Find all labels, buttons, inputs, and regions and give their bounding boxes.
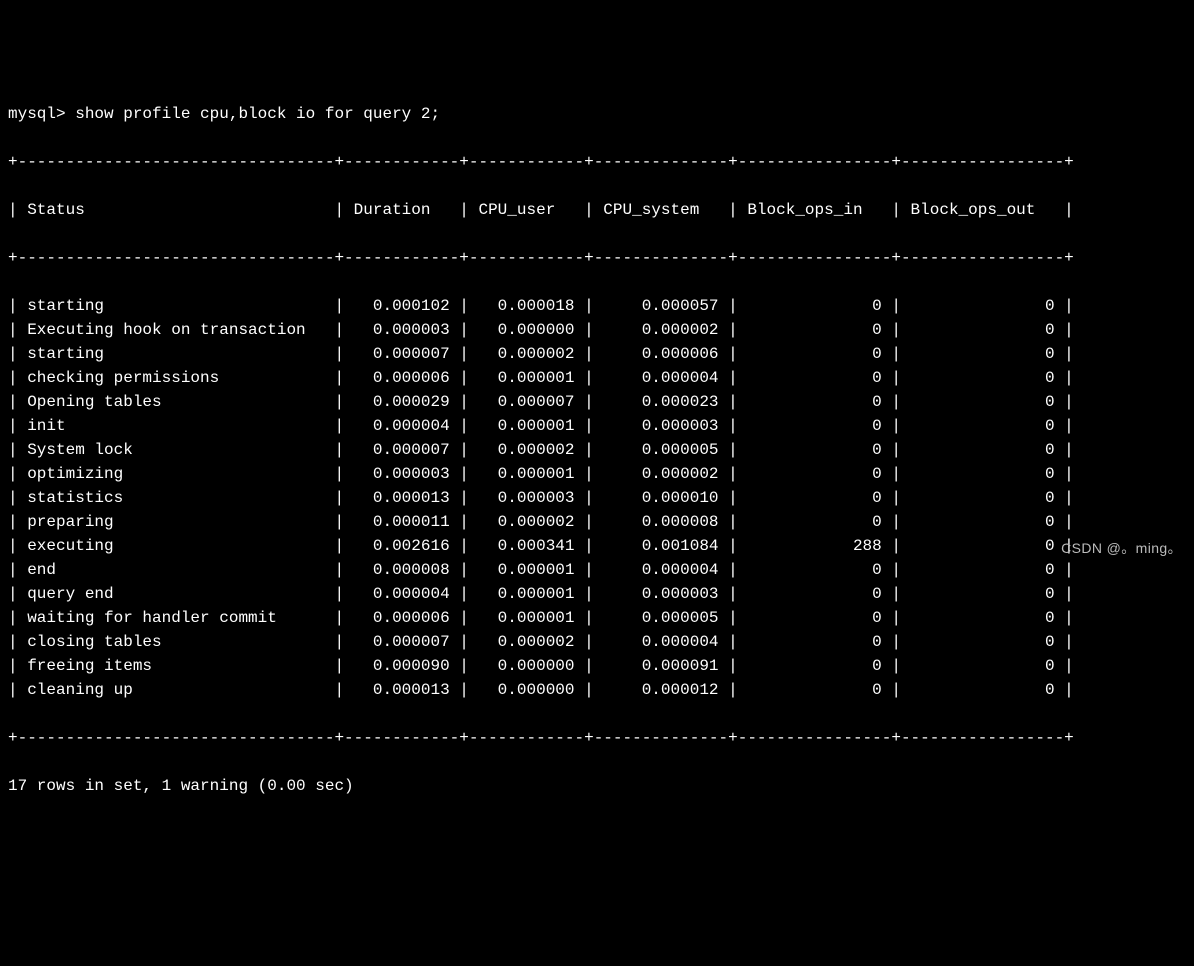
table-row: | Executing hook on transaction | 0.0000… [8, 318, 1186, 342]
command-text: show profile cpu,block io for query 2; [75, 105, 440, 123]
table-border-mid: +---------------------------------+-----… [8, 246, 1186, 270]
table-row: | end | 0.000008 | 0.000001 | 0.000004 |… [8, 558, 1186, 582]
table-row: | statistics | 0.000013 | 0.000003 | 0.0… [8, 486, 1186, 510]
table-border-bottom: +---------------------------------+-----… [8, 726, 1186, 750]
mysql-prompt-line: mysql> show profile cpu,block io for que… [8, 102, 1186, 126]
table-row: | System lock | 0.000007 | 0.000002 | 0.… [8, 438, 1186, 462]
table-row: | optimizing | 0.000003 | 0.000001 | 0.0… [8, 462, 1186, 486]
table-row: | waiting for handler commit | 0.000006 … [8, 606, 1186, 630]
table-row: | cleaning up | 0.000013 | 0.000000 | 0.… [8, 678, 1186, 702]
table-row: | init | 0.000004 | 0.000001 | 0.000003 … [8, 414, 1186, 438]
table-border-top: +---------------------------------+-----… [8, 150, 1186, 174]
table-body: | starting | 0.000102 | 0.000018 | 0.000… [8, 294, 1186, 702]
table-row: | starting | 0.000102 | 0.000018 | 0.000… [8, 294, 1186, 318]
prompt: mysql> [8, 105, 66, 123]
table-row: | preparing | 0.000011 | 0.000002 | 0.00… [8, 510, 1186, 534]
table-row: | query end | 0.000004 | 0.000001 | 0.00… [8, 582, 1186, 606]
table-row: | Opening tables | 0.000029 | 0.000007 |… [8, 390, 1186, 414]
table-row: | executing | 0.002616 | 0.000341 | 0.00… [8, 534, 1186, 558]
table-row: | checking permissions | 0.000006 | 0.00… [8, 366, 1186, 390]
table-row: | freeing items | 0.000090 | 0.000000 | … [8, 654, 1186, 678]
table-header-row: | Status | Duration | CPU_user | CPU_sys… [8, 198, 1186, 222]
table-row: | closing tables | 0.000007 | 0.000002 |… [8, 630, 1186, 654]
result-footer: 17 rows in set, 1 warning (0.00 sec) [8, 774, 1186, 798]
table-row: | starting | 0.000007 | 0.000002 | 0.000… [8, 342, 1186, 366]
watermark: CSDN @。ming。 [1061, 538, 1182, 559]
